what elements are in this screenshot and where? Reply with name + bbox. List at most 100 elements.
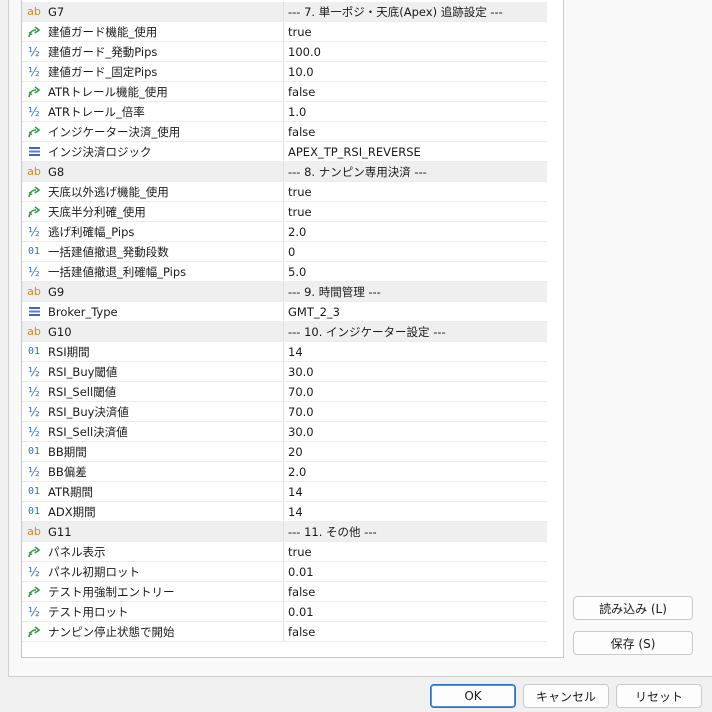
cancel-button[interactable]: キャンセル <box>523 684 609 708</box>
parameter-row[interactable]: ½ BB偏差 2.0 <box>22 462 547 482</box>
parameter-name-cell: ½ テスト用ロット <box>22 602 284 621</box>
parameter-value[interactable]: 10.0 <box>285 62 550 81</box>
parameter-name-cell: Broker_Type <box>22 302 284 321</box>
parameter-name-cell: 01 RSI期間 <box>22 342 284 361</box>
parameter-value[interactable]: false <box>285 622 550 641</box>
parameter-row[interactable]: ½ RSI_Sell決済値 30.0 <box>22 422 547 442</box>
parameter-row[interactable]: ½ 逃げ利確幅_Pips 2.0 <box>22 222 547 242</box>
parameter-value[interactable]: false <box>285 122 550 141</box>
parameter-row[interactable]: ATRトレール機能_使用 false <box>22 82 547 102</box>
parameter-row[interactable]: ½ 一括建値撤退_利確幅_Pips 5.0 <box>22 262 547 282</box>
parameter-name: ADX期間 <box>48 504 96 519</box>
parameter-value[interactable]: 30.0 <box>285 362 550 381</box>
parameter-row[interactable]: ½ RSI_Buy決済値 70.0 <box>22 402 547 422</box>
parameter-name-cell: ab G11 <box>22 522 284 541</box>
parameter-value[interactable]: 2.0 <box>285 462 550 481</box>
parameter-value[interactable]: 0.01 <box>285 602 550 621</box>
parameter-row[interactable]: 建値ガード機能_使用 true <box>22 22 547 42</box>
integer-type-icon: 01 <box>27 346 41 357</box>
parameter-name-cell: ½ RSI_Sell決済値 <box>22 422 284 441</box>
parameter-row[interactable]: ½ RSI_Sell閾値 70.0 <box>22 382 547 402</box>
parameters-grid[interactable]: ab G7 --- 7. 単一ポジ・天底(Apex) 追跡設定 --- 建値ガード機能… <box>21 0 564 658</box>
text-type-icon: ab <box>27 5 41 18</box>
parameter-value[interactable]: 0 <box>285 242 550 261</box>
parameter-row[interactable]: ナンピン停止状態で開始 false <box>22 622 547 642</box>
parameter-value[interactable]: 1.0 <box>285 102 550 121</box>
parameter-row[interactable]: 01 一括建値撤退_発動段数 0 <box>22 242 547 262</box>
parameter-row[interactable]: 01 BB期間 20 <box>22 442 547 462</box>
load-button[interactable]: 読み込み (L) <box>573 596 693 620</box>
parameter-row[interactable]: ½ ATRトレール_倍率 1.0 <box>22 102 547 122</box>
parameter-value[interactable]: 5.0 <box>285 262 550 281</box>
parameter-name-cell: 天底以外逃げ機能_使用 <box>22 182 284 201</box>
group-header-row[interactable]: ab G9 --- 9. 時間管理 --- <box>22 282 547 302</box>
parameter-row[interactable]: 01 RSI期間 14 <box>22 342 547 362</box>
parameter-name: 一括建値撤退_利確幅_Pips <box>48 264 187 279</box>
parameter-name-cell: インジ決済ロジック <box>22 142 284 161</box>
parameter-value[interactable]: 70.0 <box>285 402 550 421</box>
parameter-name: パネル表示 <box>48 544 106 559</box>
parameter-name: インジケーター決済_使用 <box>48 124 181 139</box>
parameter-row[interactable]: 天底半分利確_使用 true <box>22 202 547 222</box>
group-header-row[interactable]: ab G11 --- 11. その他 --- <box>22 522 547 542</box>
parameter-value[interactable]: false <box>285 582 550 601</box>
group-title-value[interactable]: --- 9. 時間管理 --- <box>285 282 550 301</box>
parameter-value[interactable]: 2.0 <box>285 222 550 241</box>
parameter-value[interactable]: 20 <box>285 442 550 461</box>
boolean-type-icon <box>26 625 42 639</box>
group-header-row[interactable]: ab G8 --- 8. ナンピン専用決済 --- <box>22 162 547 182</box>
parameter-row[interactable]: 天底以外逃げ機能_使用 true <box>22 182 547 202</box>
parameter-row[interactable]: ½ 建値ガード_固定Pips 10.0 <box>22 62 547 82</box>
ok-button[interactable]: OK <box>430 684 516 708</box>
parameter-value[interactable]: true <box>285 22 550 41</box>
parameter-name: パネル初期ロット <box>48 564 140 579</box>
double-type-icon: ½ <box>28 224 40 239</box>
group-title-value[interactable]: --- 11. その他 --- <box>285 522 550 541</box>
parameter-value[interactable]: 14 <box>285 502 550 521</box>
parameter-value[interactable]: false <box>285 82 550 101</box>
parameter-name-cell: ab G8 <box>22 162 284 181</box>
parameter-row[interactable]: 01 ADX期間 14 <box>22 502 547 522</box>
parameter-row[interactable]: ½ RSI_Buy閾値 30.0 <box>22 362 547 382</box>
reset-button[interactable]: リセット <box>616 684 702 708</box>
text-type-icon: ab <box>27 165 41 178</box>
text-type-icon: ab <box>27 325 41 338</box>
parameter-row[interactable]: テスト用強制エントリー false <box>22 582 547 602</box>
parameter-value[interactable]: 30.0 <box>285 422 550 441</box>
parameter-row[interactable]: Broker_Type GMT_2_3 <box>22 302 547 322</box>
parameter-row[interactable]: インジ決済ロジック APEX_TP_RSI_REVERSE <box>22 142 547 162</box>
parameter-row[interactable]: パネル表示 true <box>22 542 547 562</box>
parameter-value[interactable]: 100.0 <box>285 42 550 61</box>
parameter-name: 天底以外逃げ機能_使用 <box>48 184 169 199</box>
parameter-name-cell: 建値ガード機能_使用 <box>22 22 284 41</box>
group-title-value[interactable]: --- 10. インジケーター設定 --- <box>285 322 550 341</box>
group-title-value[interactable]: --- 8. ナンピン専用決済 --- <box>285 162 550 181</box>
parameter-row[interactable]: 01 ATR期間 14 <box>22 482 547 502</box>
parameter-row[interactable]: ½ パネル初期ロット 0.01 <box>22 562 547 582</box>
text-type-icon: ab <box>27 525 41 538</box>
parameter-value[interactable]: 70.0 <box>285 382 550 401</box>
parameter-name: BB偏差 <box>48 464 87 479</box>
parameter-value[interactable]: 14 <box>285 342 550 361</box>
parameter-value[interactable]: APEX_TP_RSI_REVERSE <box>285 142 550 161</box>
parameter-value[interactable]: GMT_2_3 <box>285 302 550 321</box>
double-type-icon: ½ <box>28 564 40 579</box>
save-button[interactable]: 保存 (S) <box>573 631 693 655</box>
parameter-value[interactable]: true <box>285 542 550 561</box>
integer-type-icon: 01 <box>27 486 41 497</box>
parameter-name: Broker_Type <box>48 304 118 319</box>
group-header-row[interactable]: ab G7 --- 7. 単一ポジ・天底(Apex) 追跡設定 --- <box>22 2 547 22</box>
parameter-name-cell: ATRトレール機能_使用 <box>22 82 284 101</box>
parameter-value[interactable]: 14 <box>285 482 550 501</box>
parameter-row[interactable]: ½ 建値ガード_発動Pips 100.0 <box>22 42 547 62</box>
parameter-name-cell: ½ 建値ガード_固定Pips <box>22 62 284 81</box>
parameter-row[interactable]: インジケーター決済_使用 false <box>22 122 547 142</box>
parameter-name: ATRトレール機能_使用 <box>48 84 168 99</box>
parameter-value[interactable]: true <box>285 182 550 201</box>
group-title-value[interactable]: --- 7. 単一ポジ・天底(Apex) 追跡設定 --- <box>285 2 550 21</box>
parameter-row[interactable]: ½ テスト用ロット 0.01 <box>22 602 547 622</box>
parameter-value[interactable]: true <box>285 202 550 221</box>
group-header-row[interactable]: ab G10 --- 10. インジケーター設定 --- <box>22 322 547 342</box>
parameter-value[interactable]: 0.01 <box>285 562 550 581</box>
integer-type-icon: 01 <box>27 506 41 517</box>
